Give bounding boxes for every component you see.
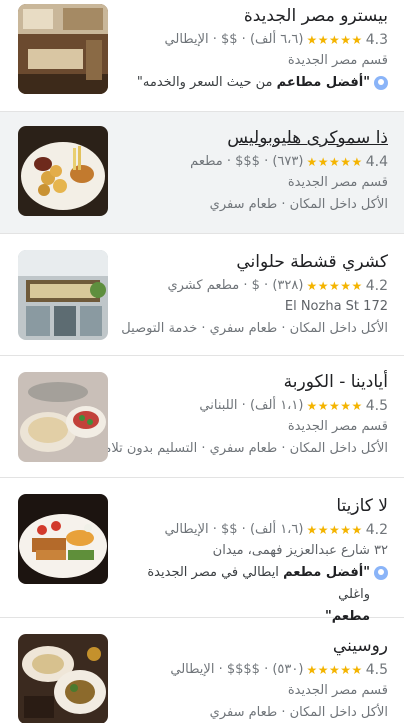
review-text: من حيث السعر والخدمه" — [136, 75, 277, 90]
result-details: (٦،٦ ألف) · $$ · الإيطالي — [164, 32, 304, 47]
result-photo[interactable] — [18, 4, 108, 94]
rating-value: 4.4 — [365, 154, 388, 170]
result-meta: 4.2 ★★★★★ (٣٢٨) · $ · مطعم كشري — [120, 276, 388, 296]
result-title[interactable]: لا كازيتا — [120, 494, 388, 518]
result-details: (٦٧٣) · $$$ · مطعم — [190, 154, 304, 169]
star-icons: ★★★★★ — [306, 523, 363, 537]
result-services: الأكل داخل المكان · طعام سفري · التسليم … — [87, 441, 388, 456]
result-details: (١،٦ ألف) · $$ · الإيطالي — [164, 522, 304, 537]
result-meta: 4.5 ★★★★★ (٥٣٠) · $$$$ · الإيطالي — [120, 660, 388, 680]
result-photo[interactable] — [18, 372, 108, 462]
star-icons: ★★★★★ — [306, 33, 363, 47]
result-area: قسم مصر الجديدة — [287, 419, 388, 434]
result-services: الأكل داخل المكان · طعام سفري — [209, 197, 388, 212]
result-title[interactable]: روسيني — [120, 634, 388, 658]
result-card[interactable]: كشري قشطة حلواني 4.2 ★★★★★ (٣٢٨) · $ · م… — [0, 234, 404, 356]
result-meta: 4.5 ★★★★★ (١،١ ألف) · اللبناني — [120, 396, 388, 416]
result-photo[interactable] — [18, 126, 108, 216]
result-details: (٥٣٠) · $$$$ · الإيطالي — [170, 662, 304, 677]
rating-value: 4.2 — [365, 522, 388, 538]
result-card[interactable]: روسيني 4.5 ★★★★★ (٥٣٠) · $$$$ · الإيطالي… — [0, 618, 404, 723]
result-photo[interactable] — [18, 634, 108, 723]
review-bold: "أفضل مطاعم — [276, 75, 370, 90]
star-icons: ★★★★★ — [306, 279, 363, 293]
result-info: أيادينا - الكوربة 4.5 ★★★★★ (١،١ ألف) · … — [87, 370, 388, 460]
result-area: قسم مصر الجديدة — [287, 53, 388, 68]
result-card[interactable]: ذا سموكرى هليوبوليس 4.4 ★★★★★ (٦٧٣) · $$… — [0, 112, 404, 234]
result-card[interactable]: أيادينا - الكوربة 4.5 ★★★★★ (١،١ ألف) · … — [0, 356, 404, 478]
result-address: ٣٢ شارع عبدالعزيز فهمى، ميدان — [212, 543, 388, 558]
result-info: لا كازيتا 4.2 ★★★★★ (١،٦ ألف) · $$ · الإ… — [120, 494, 388, 628]
star-icons: ★★★★★ — [306, 399, 363, 413]
result-card[interactable]: لا كازيتا 4.2 ★★★★★ (١،٦ ألف) · $$ · الإ… — [0, 478, 404, 624]
rating-value: 4.3 — [365, 32, 388, 48]
result-details: (٣٢٨) · $ · مطعم كشري — [167, 278, 304, 293]
result-info: بيسترو مصر الجديدة 4.3 ★★★★★ (٦،٦ ألف) ·… — [120, 4, 388, 94]
result-photo[interactable] — [18, 250, 108, 340]
result-title[interactable]: كشري قشطة حلواني — [120, 250, 388, 274]
result-info: ذا سموكرى هليوبوليس 4.4 ★★★★★ (٦٧٣) · $$… — [120, 126, 388, 216]
result-title[interactable]: ذا سموكرى هليوبوليس — [120, 126, 388, 150]
result-meta: 4.2 ★★★★★ (١،٦ ألف) · $$ · الإيطالي — [120, 520, 388, 540]
result-details: (١،١ ألف) · اللبناني — [199, 398, 304, 413]
result-info: روسيني 4.5 ★★★★★ (٥٣٠) · $$$$ · الإيطالي… — [120, 634, 388, 723]
review-snippet: "أفضل مطعم ايطالي في مصر الجديدة واغلي — [120, 562, 388, 606]
star-icons: ★★★★★ — [306, 663, 363, 677]
result-meta: 4.3 ★★★★★ (٦،٦ ألف) · $$ · الإيطالي — [120, 30, 388, 50]
result-address: 172 El Nozha St — [284, 299, 388, 314]
result-info: كشري قشطة حلواني 4.2 ★★★★★ (٣٢٨) · $ · م… — [120, 250, 388, 340]
result-card[interactable]: بيسترو مصر الجديدة 4.3 ★★★★★ (٦،٦ ألف) ·… — [0, 0, 404, 112]
result-area: قسم مصر الجديدة — [287, 175, 388, 190]
user-avatar-icon — [374, 566, 388, 580]
results-list: بيسترو مصر الجديدة 4.3 ★★★★★ (٦،٦ ألف) ·… — [0, 0, 404, 723]
result-services: الأكل داخل المكان · طعام سفري — [209, 705, 388, 720]
result-area: قسم مصر الجديدة — [287, 683, 388, 698]
user-avatar-icon — [374, 76, 388, 90]
result-title[interactable]: بيسترو مصر الجديدة — [120, 4, 388, 28]
star-icons: ★★★★★ — [306, 155, 363, 169]
review-snippet: "أفضل مطاعم من حيث السعر والخدمه" — [120, 72, 388, 94]
rating-value: 4.2 — [365, 278, 388, 294]
result-services: الأكل داخل المكان · طعام سفري · خدمة الت… — [121, 321, 388, 336]
result-photo[interactable] — [18, 494, 108, 584]
rating-value: 4.5 — [365, 662, 388, 678]
rating-value: 4.5 — [365, 398, 388, 414]
review-bold: "أفضل مطعم — [283, 565, 370, 580]
result-meta: 4.4 ★★★★★ (٦٧٣) · $$$ · مطعم — [120, 152, 388, 172]
result-title[interactable]: أيادينا - الكوربة — [120, 370, 388, 394]
